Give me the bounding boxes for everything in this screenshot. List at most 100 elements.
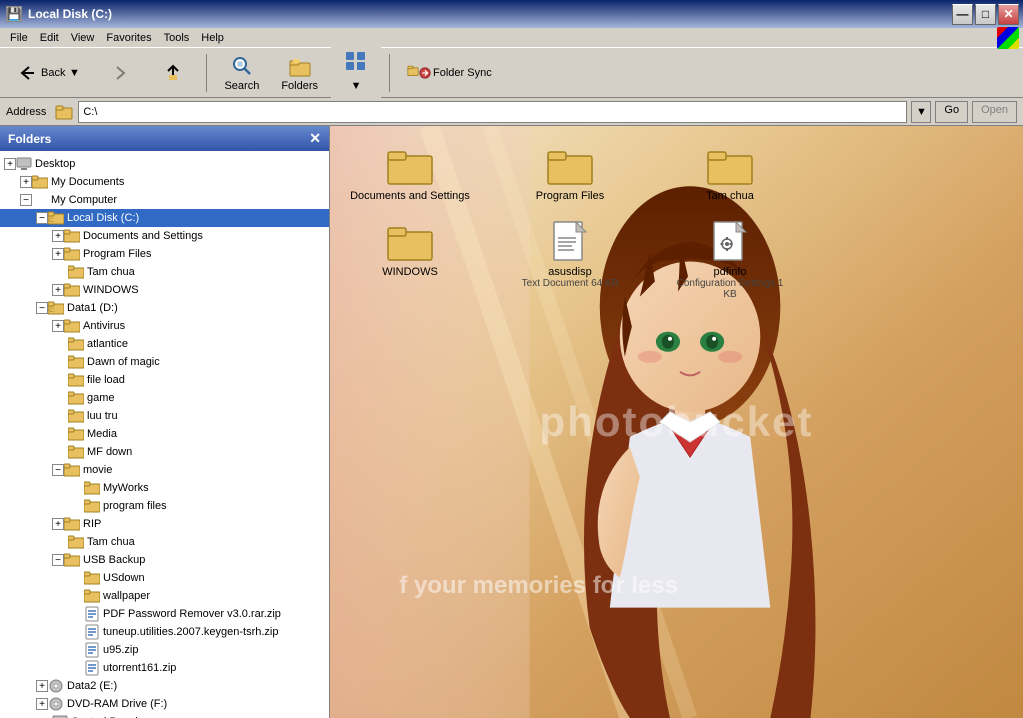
maximize-button[interactable]: □ [975,4,996,25]
tree-expander-data1-d[interactable]: − [36,302,48,314]
up-button[interactable] [148,57,198,89]
tree-icon-antivirus [64,318,80,334]
tree-item-utorrent[interactable]: utorrent161.zip [0,659,329,677]
tree-item-myworks[interactable]: MyWorks [0,479,329,497]
forward-button[interactable] [94,57,144,89]
tree-icon-file-load [68,372,84,388]
asusdisp-item[interactable]: asusdisp Text Document 64 KB [510,222,630,289]
back-button[interactable]: Back ▼ [6,50,90,96]
close-button[interactable]: ✕ [998,4,1019,25]
search-button[interactable]: Search [215,50,268,96]
tree-label-data2-e: Data2 (E:) [67,680,117,692]
tree-icon-mf-down [68,444,84,460]
tree-item-media[interactable]: Media [0,425,329,443]
tree-expander-program-files[interactable]: + [52,248,64,260]
program-files-folder-icon [546,146,594,186]
tree-item-game[interactable]: game [0,389,329,407]
tree-expander-windows[interactable]: + [52,284,64,296]
windows-label: WINDOWS [382,266,438,278]
menu-file[interactable]: File [4,30,34,46]
tree-item-data1-d[interactable]: −C:Data1 (D:) [0,299,329,317]
tree-expander-desktop[interactable]: + [4,158,16,170]
tree-item-docs-and-settings[interactable]: + Documents and Settings [0,227,329,245]
tree-item-my-documents[interactable]: +My Documents [0,173,329,191]
tree-label-usdown: USdown [103,572,145,584]
tree-icon-windows [64,282,80,298]
folders-tree[interactable]: +Desktop+My Documents−My Computer−C:Loca… [0,151,329,718]
menu-favorites[interactable]: Favorites [100,30,157,46]
tree-item-dvd-ram-f[interactable]: +DVD-RAM Drive (F:) [0,695,329,713]
views-dropdown[interactable]: ▼ [350,75,362,97]
tree-expander-file-load [52,372,68,388]
tree-expander-dvd-ram-f[interactable]: + [36,698,48,710]
folders-close-button[interactable]: ✕ [309,130,321,147]
menu-edit[interactable]: Edit [34,30,65,46]
tree-icon-media [68,426,84,442]
tree-item-usdown[interactable]: USdown [0,569,329,587]
folders-icon [288,54,312,78]
tree-item-windows[interactable]: +WINDOWS [0,281,329,299]
windows-item[interactable]: WINDOWS [350,222,470,278]
tree-item-tam-chua[interactable]: Tam chua [0,263,329,281]
tree-item-data2-e[interactable]: + Data2 (E:) [0,677,329,695]
tree-expander-my-documents[interactable]: + [20,176,32,188]
go-button[interactable]: Go [935,101,968,123]
folder-sync-icon [407,61,431,85]
tree-expander-my-computer[interactable]: − [20,194,32,206]
asusdisp-file-icon [546,222,594,262]
tam-chua-item[interactable]: Tam chua [670,146,790,202]
tree-label-docs-and-settings: Documents and Settings [83,230,203,242]
program-files-item[interactable]: Program Files [510,146,630,202]
tree-expander-program-files-d [68,498,84,514]
tree-item-control-panel[interactable]: Control Panel [0,713,329,718]
docs-settings-item[interactable]: Documents and Settings [350,146,470,202]
tree-expander-local-disk-c[interactable]: − [36,212,48,224]
tree-item-wallpaper[interactable]: wallpaper [0,587,329,605]
tree-item-tuneup[interactable]: tuneup.utilities.2007.keygen-tsrh.zip [0,623,329,641]
tree-item-usb-backup[interactable]: −USB Backup [0,551,329,569]
tree-expander-data2-e[interactable]: + [36,680,48,692]
folders-header: Folders ✕ [0,126,329,151]
views-button[interactable]: ▼ [331,45,381,101]
svg-text:C:: C: [49,218,55,224]
address-input[interactable]: C:\ [78,101,907,123]
menu-help[interactable]: Help [195,30,230,46]
window-icon: 💾 [6,6,22,22]
address-dropdown-button[interactable]: ▼ [911,101,931,123]
tree-expander-antivirus[interactable]: + [52,320,64,332]
pdfinfo-item[interactable]: pdfinfo Configuration Settings 1 KB [670,222,790,300]
tree-item-mf-down[interactable]: MF down [0,443,329,461]
tree-item-atlantice[interactable]: atlantice [0,335,329,353]
tree-item-rip[interactable]: +RIP [0,515,329,533]
tree-item-program-files-d[interactable]: program files [0,497,329,515]
tree-icon-data1-d: C: [48,300,64,316]
tree-item-luu-tru[interactable]: luu tru [0,407,329,425]
tree-item-program-files[interactable]: +Program Files [0,245,329,263]
tree-item-u95zip[interactable]: u95.zip [0,641,329,659]
minimize-button[interactable]: — [952,4,973,25]
asusdisp-sublabel: Text Document 64 KB [522,278,619,289]
tree-icon-atlantice [68,336,84,352]
tree-expander-usb-backup[interactable]: − [52,554,64,566]
tree-item-my-computer[interactable]: −My Computer [0,191,329,209]
tree-item-desktop[interactable]: +Desktop [0,155,329,173]
pdfinfo-label: pdfinfo [713,266,746,278]
tree-item-dawn-of-magic[interactable]: Dawn of magic [0,353,329,371]
tree-item-tam-chua-d[interactable]: Tam chua [0,533,329,551]
open-button[interactable]: Open [972,101,1017,123]
folders-button[interactable]: Folders [272,50,327,96]
folder-sync-button[interactable]: Folder Sync [398,57,501,89]
tree-icon-my-documents [32,174,48,190]
menu-tools[interactable]: Tools [158,30,196,46]
tree-item-pdf-password[interactable]: PDF Password Remover v3.0.rar.zip [0,605,329,623]
tree-item-movie[interactable]: −movie [0,461,329,479]
tree-expander-rip[interactable]: + [52,518,64,530]
tree-expander-movie[interactable]: − [52,464,64,476]
back-dropdown[interactable]: ▼ [67,54,81,92]
tree-expander-docs-and-settings[interactable]: + [52,230,64,242]
tree-item-antivirus[interactable]: +Antivirus [0,317,329,335]
tree-item-file-load[interactable]: file load [0,371,329,389]
menu-view[interactable]: View [65,30,101,46]
menu-bar: File Edit View Favorites Tools Help [0,28,1023,48]
tree-item-local-disk-c[interactable]: −C:Local Disk (C:) [0,209,329,227]
